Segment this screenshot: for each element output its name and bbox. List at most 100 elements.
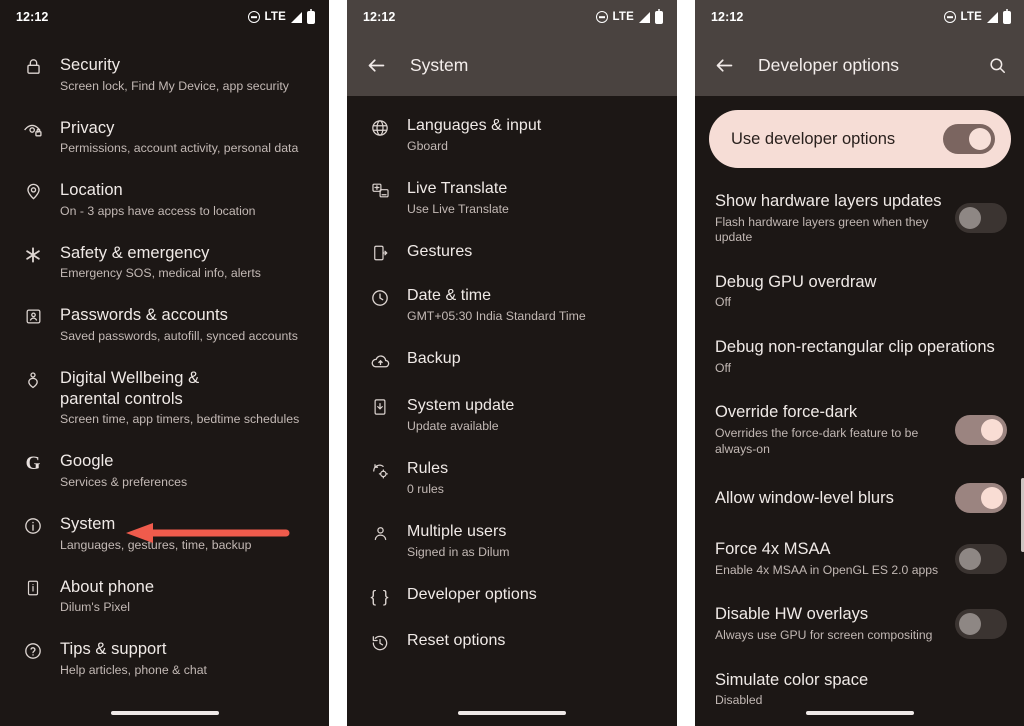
setting-override-force-dark[interactable]: Override force-dark Overrides the force-… — [695, 389, 1024, 470]
list-item-title: Passwords & accounts — [60, 306, 228, 325]
back-arrow-icon[interactable] — [711, 52, 737, 78]
setting-title: Debug GPU overdraw — [715, 272, 877, 291]
use-developer-options-banner[interactable]: Use developer options — [709, 110, 1011, 168]
list-item-languages-input[interactable]: Languages & input Gboard — [347, 104, 677, 167]
banner-label: Use developer options — [731, 129, 896, 148]
settings-list: Security Screen lock, Find My Device, ap… — [0, 34, 329, 691]
setting-title: Debug non-rectangular clip operations — [715, 338, 995, 357]
force-4x-msaa-toggle[interactable] — [955, 543, 1007, 574]
lock-icon — [14, 55, 52, 76]
list-item-title: System update — [407, 396, 515, 414]
list-item-title: Backup — [407, 349, 461, 367]
list-item-subtitle: Gboard — [407, 139, 449, 153]
list-item-title: Languages & input — [407, 117, 542, 134]
list-item-gestures[interactable]: Gestures — [347, 230, 677, 274]
network-label: LTE — [960, 11, 982, 23]
app-bar: System — [347, 34, 677, 96]
list-item-google[interactable]: G Google Services & preferences — [0, 440, 329, 503]
setting-allow-window-level-blurs[interactable]: Allow window-level blurs — [695, 470, 1024, 526]
list-item-privacy[interactable]: Privacy Permissions, account activity, p… — [0, 107, 329, 170]
list-item-subtitle: Emergency SOS, medical info, alerts — [60, 266, 261, 281]
toggle-knob — [959, 613, 981, 635]
list-item-title: System — [60, 514, 116, 533]
list-item-title: Date & time — [407, 286, 492, 304]
list-item-rules[interactable]: Rules 0 rules — [347, 447, 677, 510]
setting-disable-hw-overlays[interactable]: Disable HW overlays Always use GPU for s… — [695, 591, 1024, 656]
list-item-multiple-users[interactable]: Multiple users Signed in as Dilum — [347, 510, 677, 573]
toggle-knob — [981, 418, 1003, 441]
nav-pill — [806, 711, 914, 715]
setting-subtitle: Flash hardware layers green when they up… — [715, 214, 929, 245]
list-item-passwords-accounts[interactable]: Passwords & accounts Saved passwords, au… — [0, 294, 329, 357]
list-item-live-translate[interactable]: Live Translate Use Live Translate — [347, 167, 677, 230]
signal-icon — [987, 11, 998, 23]
phone-info-icon — [14, 577, 52, 597]
status-time: 12:12 — [711, 10, 744, 24]
asterisk-icon — [14, 243, 52, 265]
allow-window-level-blurs-toggle[interactable] — [955, 483, 1007, 514]
list-item-about-phone[interactable]: About phone Dilum's Pixel — [0, 566, 329, 629]
toggle-knob — [969, 128, 991, 150]
list-item-location[interactable]: Location On - 3 apps have access to loca… — [0, 169, 329, 232]
nav-gesture-bar[interactable] — [0, 700, 329, 726]
list-item-system[interactable]: System Languages, gestures, time, backup — [0, 503, 329, 566]
app-bar-title: System — [410, 54, 469, 75]
list-item-title: Security — [60, 56, 121, 74]
phone-panel-system: 12:12 LTE System Languages & input Gboar… — [347, 0, 677, 726]
status-time: 12:12 — [16, 10, 49, 24]
nav-gesture-bar[interactable] — [347, 700, 677, 726]
status-icons: LTE — [595, 8, 663, 24]
list-item-title: Location — [60, 181, 123, 200]
list-item-subtitle: Use Live Translate — [407, 201, 509, 216]
search-icon[interactable] — [985, 53, 1009, 77]
list-item-title: About phone — [60, 577, 155, 596]
globe-icon — [361, 116, 399, 138]
list-item-backup[interactable]: Backup — [347, 337, 677, 384]
list-item-subtitle: Signed in as Dilum — [407, 544, 510, 559]
list-item-subtitle: Permissions, account activity, personal … — [60, 141, 299, 156]
list-item-subtitle: Update available — [407, 418, 499, 433]
nav-gesture-bar[interactable] — [695, 700, 1024, 726]
badge-icon — [14, 305, 52, 326]
use-developer-options-toggle[interactable] — [943, 124, 995, 154]
network-label: LTE — [612, 11, 634, 23]
list-item-title: Reset options — [407, 631, 506, 649]
setting-subtitle: Overrides the force-dark feature to be a… — [715, 425, 919, 456]
signal-icon — [291, 11, 302, 23]
list-item-system-update[interactable]: System update Update available — [347, 384, 677, 447]
list-item-title: Gestures — [407, 242, 473, 260]
list-item-digital-wellbeing[interactable]: Digital Wellbeing & parental controls Sc… — [0, 357, 329, 440]
list-item-developer-options[interactable]: { } Developer options — [347, 573, 677, 619]
setting-debug-non-rectangular-clip[interactable]: Debug non-rectangular clip operations Of… — [695, 324, 1024, 389]
setting-force-4x-msaa[interactable]: Force 4x MSAA Enable 4x MSAA in OpenGL E… — [695, 526, 1024, 591]
list-item-reset-options[interactable]: Reset options — [347, 619, 677, 665]
show-hardware-layers-toggle[interactable] — [955, 203, 1007, 234]
dnd-icon — [595, 11, 608, 23]
wellbeing-icon — [14, 368, 52, 390]
battery-icon — [655, 8, 663, 24]
setting-subtitle: Always use GPU for screen compositing — [715, 628, 933, 643]
list-item-title: Live Translate — [407, 179, 508, 197]
disable-hw-overlays-toggle[interactable] — [955, 609, 1007, 639]
dnd-icon — [943, 11, 956, 23]
override-force-dark-toggle[interactable] — [955, 414, 1007, 445]
setting-debug-gpu-overdraw[interactable]: Debug GPU overdraw Off — [695, 259, 1024, 324]
translate-icon — [361, 179, 399, 200]
system-list: Languages & input Gboard Live Translate … — [347, 96, 677, 665]
network-label: LTE — [264, 11, 286, 23]
setting-title: Allow window-level blurs — [715, 488, 894, 507]
battery-icon — [1003, 8, 1011, 24]
list-item-subtitle: Screen time, app timers, bedtime schedul… — [60, 412, 300, 427]
rules-icon — [361, 459, 399, 481]
phone-panel-developer-options: 12:12 LTE Developer options Use develope… — [695, 0, 1024, 726]
list-item-subtitle: 0 rules — [407, 481, 444, 496]
back-arrow-icon[interactable] — [363, 52, 389, 78]
list-item-safety-emergency[interactable]: Safety & emergency Emergency SOS, medica… — [0, 232, 329, 295]
list-item-tips-support[interactable]: Tips & support Help articles, phone & ch… — [0, 628, 329, 691]
nav-pill — [110, 711, 219, 715]
google-g-icon: G — [25, 453, 41, 475]
setting-show-hardware-layers-updates[interactable]: Show hardware layers updates Flash hardw… — [695, 178, 1024, 259]
list-item-security[interactable]: Security Screen lock, Find My Device, ap… — [0, 44, 329, 107]
app-bar-title: Developer options — [758, 54, 900, 75]
list-item-date-time[interactable]: Date & time GMT+05:30 India Standard Tim… — [347, 274, 677, 337]
